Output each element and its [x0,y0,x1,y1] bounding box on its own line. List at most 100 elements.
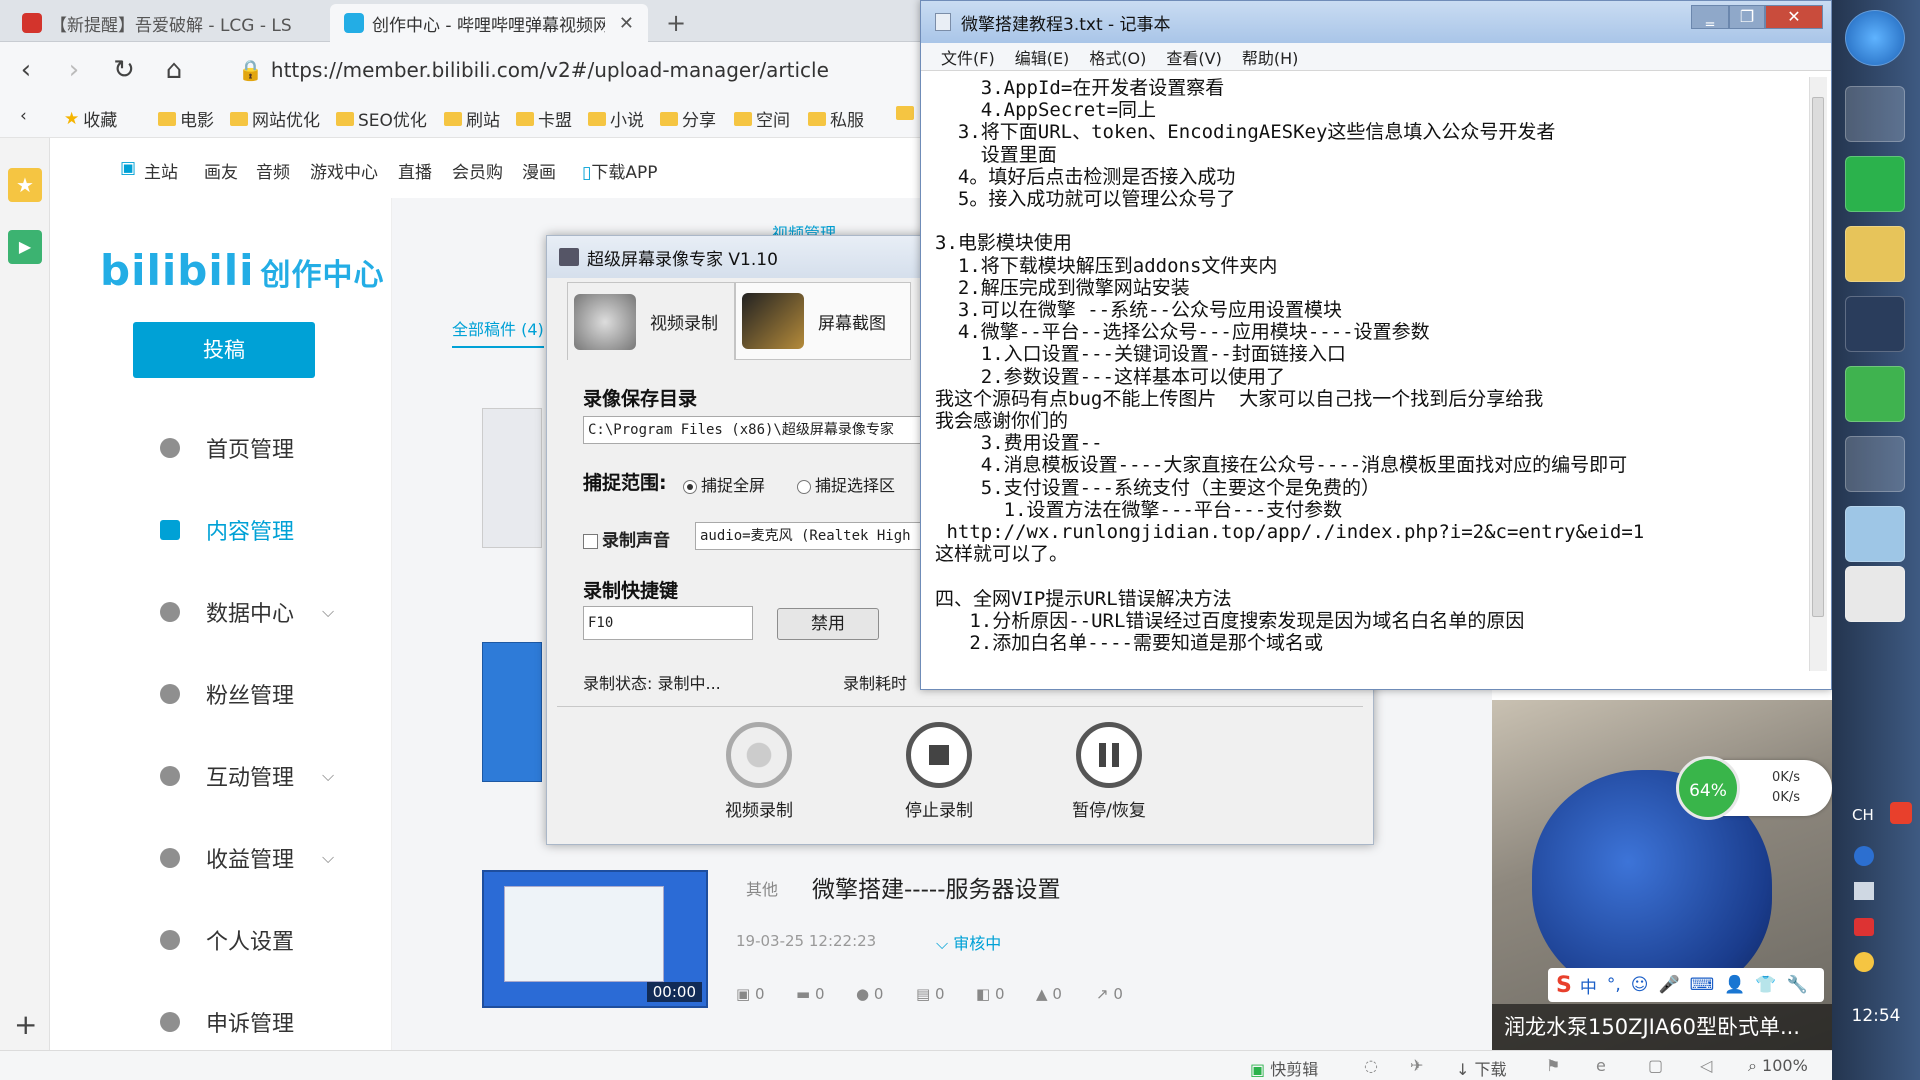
ime-emoji-icon[interactable]: ☺ [1631,975,1649,995]
ie-icon[interactable]: e [1596,1056,1606,1075]
ime-chinese-mode[interactable]: 中 [1580,973,1597,998]
sound-icon[interactable]: ◁ [1700,1056,1712,1075]
security-tray-icon[interactable] [1854,952,1874,972]
tab-video-record[interactable]: 视频录制 [567,282,735,360]
bookmark-folder[interactable]: 私服 [808,106,864,131]
ime-punctuation-icon[interactable]: °, [1607,975,1621,995]
sidebar-item-interaction[interactable]: 互动管理 ⌵ [160,760,334,792]
wechat-icon[interactable] [1845,156,1905,212]
capture-full-radio[interactable]: 捕捉全屏 [683,472,765,496]
reload-icon[interactable]: ↻ [106,52,142,88]
app-icon[interactable] [1845,86,1905,142]
sidebar-item-settings[interactable]: 个人设置 [160,924,294,956]
ime-toolbar[interactable]: S 中 °, ☺ 🎤 ⌨ 👤 👕 🔧 [1548,968,1824,1002]
bookmark-folder[interactable]: 小说 [588,106,644,131]
taskbar-clock[interactable]: 12:54 [1832,1006,1920,1026]
home-icon[interactable]: ⌂ [156,52,192,88]
help-tray-icon[interactable] [1854,846,1874,866]
tab-all-posts[interactable]: 全部稿件 (4) [452,316,544,348]
tab-bilibili-creator[interactable]: 创作中心 - 哔哩哔哩弹幕视频网 ✕ [330,4,648,42]
forward-icon[interactable]: › [56,52,92,88]
notepad-icon[interactable] [1845,506,1905,562]
start-record-button[interactable]: 视频录制 [699,722,819,821]
article-title[interactable]: 微擎搭建-----服务器设置 [812,870,1061,904]
disable-hotkey-button[interactable]: 禁用 [777,608,879,640]
bookmark-folder[interactable]: 卡盟 [516,106,572,131]
article-thumbnail[interactable]: 00:00 [482,870,708,1008]
language-indicator[interactable]: CH [1852,806,1874,824]
audio-device-select[interactable]: audio=麦克风 (Realtek High [695,522,923,550]
menu-format[interactable]: 格式(O) [1089,45,1146,69]
address-bar[interactable]: 🔒 https://member.bilibili.com/v2#/upload-… [238,52,918,88]
ime-keyboard-icon[interactable]: ⌨ [1690,975,1715,995]
sidebar-item-data[interactable]: 数据中心 ⌵ [160,596,334,628]
record-sound-checkbox[interactable]: 录制声音 [583,526,670,551]
close-button[interactable]: ✕ [1765,5,1823,29]
flag-icon[interactable]: ⚑ [1546,1056,1560,1075]
network-monitor[interactable]: 64% 0K/s 0K/s [1676,756,1832,820]
notepad-scrollbar[interactable] [1809,77,1827,671]
bookmark-folder[interactable]: 电影 [158,106,214,131]
stop-record-button[interactable]: 停止录制 [879,722,999,821]
zoom-level[interactable]: ⌕ 100% [1748,1056,1808,1076]
menu-view[interactable]: 查看(V) [1166,45,1221,69]
video-player[interactable]: 64% 0K/s 0K/s S 中 °, ☺ 🎤 ⌨ 👤 👕 🔧 润龙水泵150… [1492,700,1832,1050]
quick-clip-button[interactable]: ▣ 快剪辑 [1250,1056,1318,1080]
pin-icon[interactable]: ✈ [1410,1056,1423,1075]
scrollbar-thumb[interactable] [1812,97,1824,617]
hotkey-field[interactable]: F10 [583,606,753,640]
favorites-star-icon[interactable]: ★ [8,168,42,202]
capture-area-radio[interactable]: 捕捉选择区 [797,472,895,496]
sidebar-item-home[interactable]: 首页管理 [160,432,294,464]
ime-skin-icon[interactable]: 👕 [1755,975,1776,995]
nav-item-artist[interactable]: 画友 [204,158,238,183]
nav-item-games[interactable]: 游戏中心 [310,158,378,183]
post-thumbnail[interactable] [482,642,542,782]
maximize-button[interactable]: ❐ [1729,5,1765,29]
folder-icon[interactable] [1845,226,1905,282]
pause-resume-button[interactable]: 暂停/恢复 [1049,722,1169,821]
qq-pet-icon[interactable] [1845,566,1905,622]
minimize-button[interactable]: ‗ [1691,5,1729,29]
nav-item-main[interactable]: 主站 [144,158,178,183]
sidebar-item-fans[interactable]: 粉丝管理 [160,678,294,710]
browser-360-icon[interactable] [1845,366,1905,422]
ime-user-icon[interactable]: 👤 [1724,975,1745,995]
nav-item-live[interactable]: 直播 [398,158,432,183]
video-play-icon[interactable]: ▶ [8,230,42,264]
download-button[interactable]: ↓ 下载 [1456,1056,1507,1080]
nox-icon[interactable] [1845,296,1905,352]
sogou-tray-icon[interactable] [1890,802,1912,824]
post-button[interactable]: 投稿 [133,322,315,378]
recorder-icon[interactable] [1845,436,1905,492]
bookmark-folder[interactable]: 刷站 [444,106,500,131]
nav-item-manga[interactable]: 漫画 [522,158,556,183]
bookmark-favorites[interactable]: ★ 收藏 [64,106,117,132]
status-icon[interactable]: ◌ [1364,1056,1378,1075]
start-button-icon[interactable] [1845,10,1905,66]
nav-item-download-app[interactable]: ▯下载APP [582,158,658,183]
ime-tools-icon[interactable]: 🔧 [1787,975,1808,995]
bookmark-folder[interactable]: 网站优化 [230,106,320,131]
bookmark-folder[interactable]: 分享 [660,106,716,131]
post-thumbnail[interactable] [482,408,542,548]
display-tray-icon[interactable] [1854,882,1874,900]
menu-file[interactable]: 文件(F) [941,45,995,69]
window-icon[interactable]: ▢ [1648,1056,1663,1075]
bookmark-folder[interactable]: 空间 [734,106,790,131]
volume-muted-icon[interactable] [1854,918,1874,936]
tab-screenshot[interactable]: 屏幕截图 [735,282,911,360]
nav-item-shop[interactable]: 会员购 [452,158,503,183]
sidebar-item-appeal[interactable]: 申诉管理 [160,1006,294,1038]
tab-52pojie[interactable]: 【新提醒】吾爱破解 - LCG - LS [8,4,328,42]
ime-voice-icon[interactable]: 🎤 [1659,975,1680,995]
notepad-text-area[interactable]: 3.AppId=在开发者设置察看 4.AppSecret=同上 3.将下面URL… [935,77,1805,671]
nav-item-audio[interactable]: 音频 [256,158,290,183]
bookmark-folder[interactable]: SEO优化 [336,106,427,131]
close-tab-icon[interactable]: ✕ [605,13,634,34]
sidebar-item-income[interactable]: 收益管理 ⌵ [160,842,334,874]
save-dir-field[interactable]: C:\Program Files (x86)\超级屏幕录像专家 [583,416,923,444]
menu-edit[interactable]: 编辑(E) [1015,45,1070,69]
sidebar-item-content[interactable]: 内容管理 [160,514,294,546]
new-tab-button[interactable]: + [652,4,696,42]
